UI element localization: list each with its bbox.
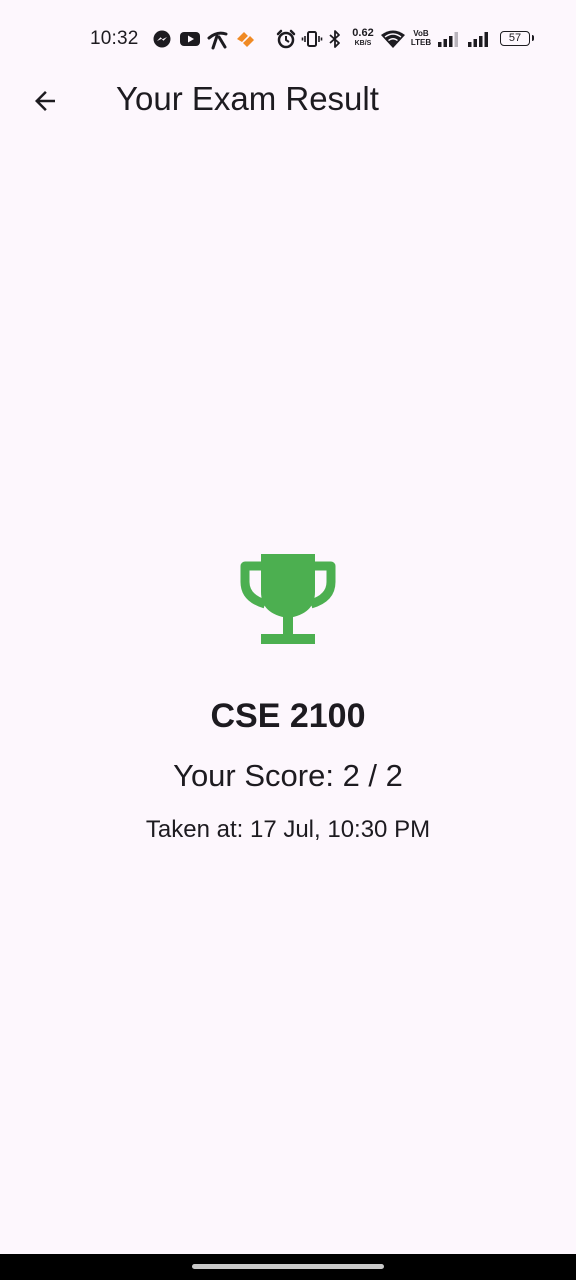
volte-line1: VoB <box>413 29 429 38</box>
battery-level: 57 <box>508 32 522 44</box>
alarm-icon <box>276 29 296 49</box>
youtube-icon <box>180 32 200 46</box>
messenger-icon <box>153 30 171 48</box>
network-speed: 0.62 KB/S <box>348 27 378 48</box>
taken-at-text: Taken at: 17 Jul, 10:30 PM <box>145 816 431 843</box>
arrow-back-icon <box>35 91 55 111</box>
score-text: Your Score: 2 / 2 <box>173 758 403 793</box>
back-button[interactable] <box>22 78 68 124</box>
telenor-icon <box>207 31 228 50</box>
app-bar: Your Exam Result <box>0 76 576 128</box>
vibrate-icon <box>301 31 323 47</box>
network-speed-value: 0.62 <box>352 27 374 39</box>
signal-icon <box>438 32 458 47</box>
status-time: 10:32 <box>90 28 139 49</box>
app-notification-icon <box>237 32 254 47</box>
signal-icon <box>468 32 488 47</box>
exam-result-card: CSE 2100 Your Score: 2 / 2 Taken at: 17 … <box>0 548 576 845</box>
wifi-icon <box>381 30 405 48</box>
volte-line2: LTEB <box>410 38 432 47</box>
course-code: CSE 2100 <box>210 697 366 735</box>
navigation-bar <box>0 1254 576 1280</box>
network-speed-unit: KB/S <box>354 40 372 47</box>
home-indicator[interactable] <box>192 1264 384 1269</box>
status-bar: 10:32 0.62 KB/S VoB LTEB 57 <box>0 0 576 76</box>
battery-icon: 57 <box>500 31 534 46</box>
page-title: Your Exam Result <box>116 80 379 117</box>
bluetooth-icon <box>329 30 340 48</box>
trophy-icon <box>240 554 336 644</box>
volte-indicator: VoB LTEB <box>410 29 432 47</box>
